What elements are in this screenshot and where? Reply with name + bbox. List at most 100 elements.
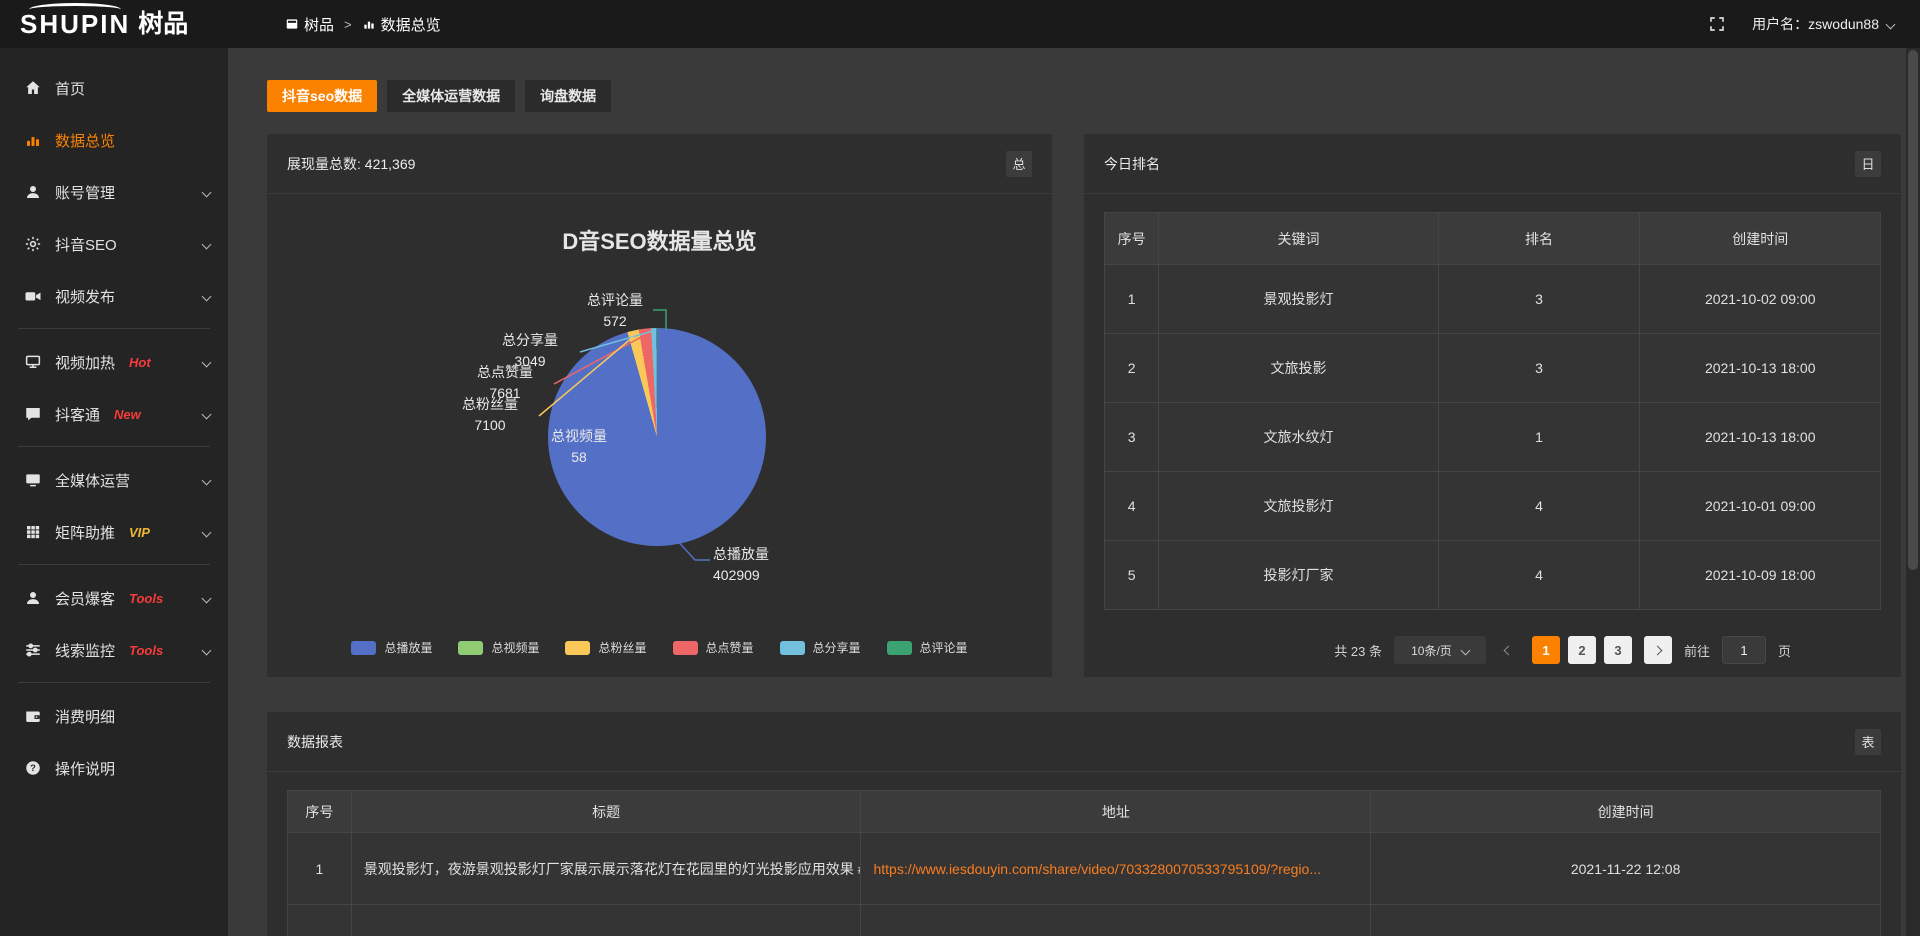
scrollbar-thumb[interactable]: [1908, 50, 1918, 570]
column-header: 排名: [1438, 213, 1640, 265]
page-button[interactable]: 2: [1568, 636, 1596, 664]
sidebar-item-label: 操作说明: [55, 758, 115, 779]
tab[interactable]: 询盘数据: [525, 80, 611, 112]
breadcrumb-item-home[interactable]: 树品: [285, 14, 334, 35]
report-table: 序号标题地址创建时间 1 景观投影灯，夜游景观投影灯厂家展示展示落花灯在花园里的…: [287, 790, 1881, 936]
next-page-button[interactable]: [1644, 636, 1672, 664]
chevron-down-icon: [202, 187, 212, 197]
breadcrumb-label: 数据总览: [381, 14, 441, 35]
prev-page-button[interactable]: [1498, 647, 1520, 654]
time-cell: 2021-10-02 09:00: [1640, 265, 1881, 334]
chevron-left-icon: [1504, 645, 1514, 655]
wallet-icon: [24, 707, 42, 725]
table-row: 1 景观投影灯，夜游景观投影灯厂家展示展示落花灯在花园里的灯光投影应用效果 # …: [288, 833, 1881, 905]
row-index: 1: [288, 833, 352, 905]
page-button[interactable]: 1: [1532, 636, 1560, 664]
report-card-title: 数据报表: [287, 732, 343, 752]
sidebar-item[interactable]: 矩阵助推 VIP: [0, 506, 228, 558]
legend-color-chip: [780, 641, 805, 655]
title-cell: 景观投影灯，夜游景观投影灯厂家展示展示落花灯在花园里的灯光投影应用效果 #: [351, 833, 861, 905]
legend-color-chip: [351, 641, 376, 655]
rank-card-title: 今日排名: [1104, 154, 1160, 174]
page-buttons: 1 2 3: [1532, 636, 1632, 664]
sidebar-item[interactable]: 视频加热 Hot: [0, 336, 228, 388]
title-cell: [351, 905, 861, 936]
sidebar-item[interactable]: 数据总览: [0, 114, 228, 166]
tab[interactable]: 全媒体运营数据: [387, 80, 515, 112]
table-row: 3 文旅水纹灯 1 2021-10-13 18:00: [1105, 403, 1881, 472]
day-badge-button[interactable]: 日: [1855, 151, 1881, 177]
chevron-down-icon: [1460, 645, 1470, 655]
pie-label-videos: 总视频量 58: [531, 426, 627, 468]
goto-suffix: 页: [1778, 641, 1791, 660]
column-header: 序号: [288, 791, 352, 833]
chevron-down-icon: [202, 645, 212, 655]
sidebar-item[interactable]: 会员爆客 Tools: [0, 572, 228, 624]
legend-item[interactable]: 总视频量: [458, 639, 539, 656]
chevron-down-icon: [202, 593, 212, 603]
tab[interactable]: 抖音seo数据: [267, 80, 377, 112]
legend-color-chip: [565, 641, 590, 655]
page-size-select[interactable]: 10条/页: [1394, 636, 1486, 664]
total-badge-button[interactable]: 总: [1006, 151, 1032, 177]
fullscreen-icon[interactable]: [1708, 15, 1726, 33]
sidebar-item-badge: Hot: [129, 355, 151, 370]
row-index: 2: [1105, 334, 1159, 403]
column-header: 序号: [1105, 213, 1159, 265]
goto-page-input[interactable]: [1722, 636, 1766, 664]
keyword-cell: 文旅投影灯: [1159, 472, 1438, 541]
legend-item[interactable]: 总粉丝量: [565, 639, 646, 656]
sidebar-item-badge: Tools: [129, 643, 163, 658]
sidebar-item-label: 会员爆客: [55, 588, 115, 609]
sidebar-item-label: 首页: [55, 78, 85, 99]
row-index: 5: [1105, 541, 1159, 610]
column-header: 创建时间: [1640, 213, 1881, 265]
keyword-cell: 文旅水纹灯: [1159, 403, 1438, 472]
legend-item[interactable]: 总评论量: [887, 639, 968, 656]
report-table-header-row: 序号标题地址创建时间: [288, 791, 1881, 833]
total-count-label: 共 23 条: [1334, 641, 1382, 660]
sidebar-item-label: 抖音SEO: [55, 234, 117, 255]
sidebar-item[interactable]: 线索监控 Tools: [0, 624, 228, 676]
sidebar-item-badge: New: [114, 407, 141, 422]
sidebar-item[interactable]: 抖客通 New: [0, 388, 228, 440]
sidebar-item[interactable]: 账号管理: [0, 166, 228, 218]
impressions-total: 展现量总数: 421,369: [287, 154, 415, 174]
sidebar-item[interactable]: 消费明细: [0, 690, 228, 742]
tab-label: 询盘数据: [540, 86, 596, 106]
sidebar-item[interactable]: 全媒体运营: [0, 454, 228, 506]
sidebar-item-label: 账号管理: [55, 182, 115, 203]
breadcrumb-item-current[interactable]: 数据总览: [362, 14, 441, 35]
pagination: 共 23 条 10条/页 1 2: [1084, 636, 1901, 664]
scrollbar-track[interactable]: [1906, 48, 1920, 936]
legend-item[interactable]: 总点赞量: [673, 639, 754, 656]
home-icon: [24, 79, 42, 97]
sidebar-item[interactable]: 首页: [0, 62, 228, 114]
sidebar-item[interactable]: 抖音SEO: [0, 218, 228, 270]
breadcrumb-separator: >: [344, 17, 352, 32]
video-camera-icon: [24, 287, 42, 305]
video-link[interactable]: https://www.iesdouyin.com/share/video/70…: [873, 861, 1321, 877]
sidebar-item-label: 全媒体运营: [55, 470, 130, 491]
table-row: 2 文旅投影 3 2021-10-13 18:00: [1105, 334, 1881, 403]
row-index: 1: [1105, 265, 1159, 334]
chevron-down-icon: [202, 527, 212, 537]
sidebar-item-label: 数据总览: [55, 130, 115, 151]
question-icon: [24, 759, 42, 777]
sidebar-item[interactable]: 视频发布: [0, 270, 228, 322]
sidebar-item[interactable]: 操作说明: [0, 742, 228, 794]
app-logo[interactable]: SHUPIN 树品: [0, 11, 228, 37]
monitor-icon: [24, 471, 42, 489]
legend-item[interactable]: 总分享量: [780, 639, 861, 656]
report-card: 数据报表 表 序号标题地址创建时间 1 景观投影灯，夜游景观投影灯厂家展示展示落…: [267, 712, 1901, 936]
legend-item[interactable]: 总播放量: [351, 639, 432, 656]
overview-card: 展现量总数: 421,369 总 D音SEO数据量总览 总评论量: [267, 134, 1052, 677]
table-badge-button[interactable]: 表: [1855, 729, 1881, 755]
user-menu[interactable]: 用户名：zswodun88: [1752, 14, 1894, 34]
page-button[interactable]: 3: [1604, 636, 1632, 664]
username-label: 用户名：zswodun88: [1752, 14, 1879, 34]
sidebar-item-badge: Tools: [129, 591, 163, 606]
chevron-down-icon: [1886, 19, 1896, 29]
time-cell: [1371, 905, 1881, 936]
sidebar-item-badge: VIP: [129, 525, 150, 540]
